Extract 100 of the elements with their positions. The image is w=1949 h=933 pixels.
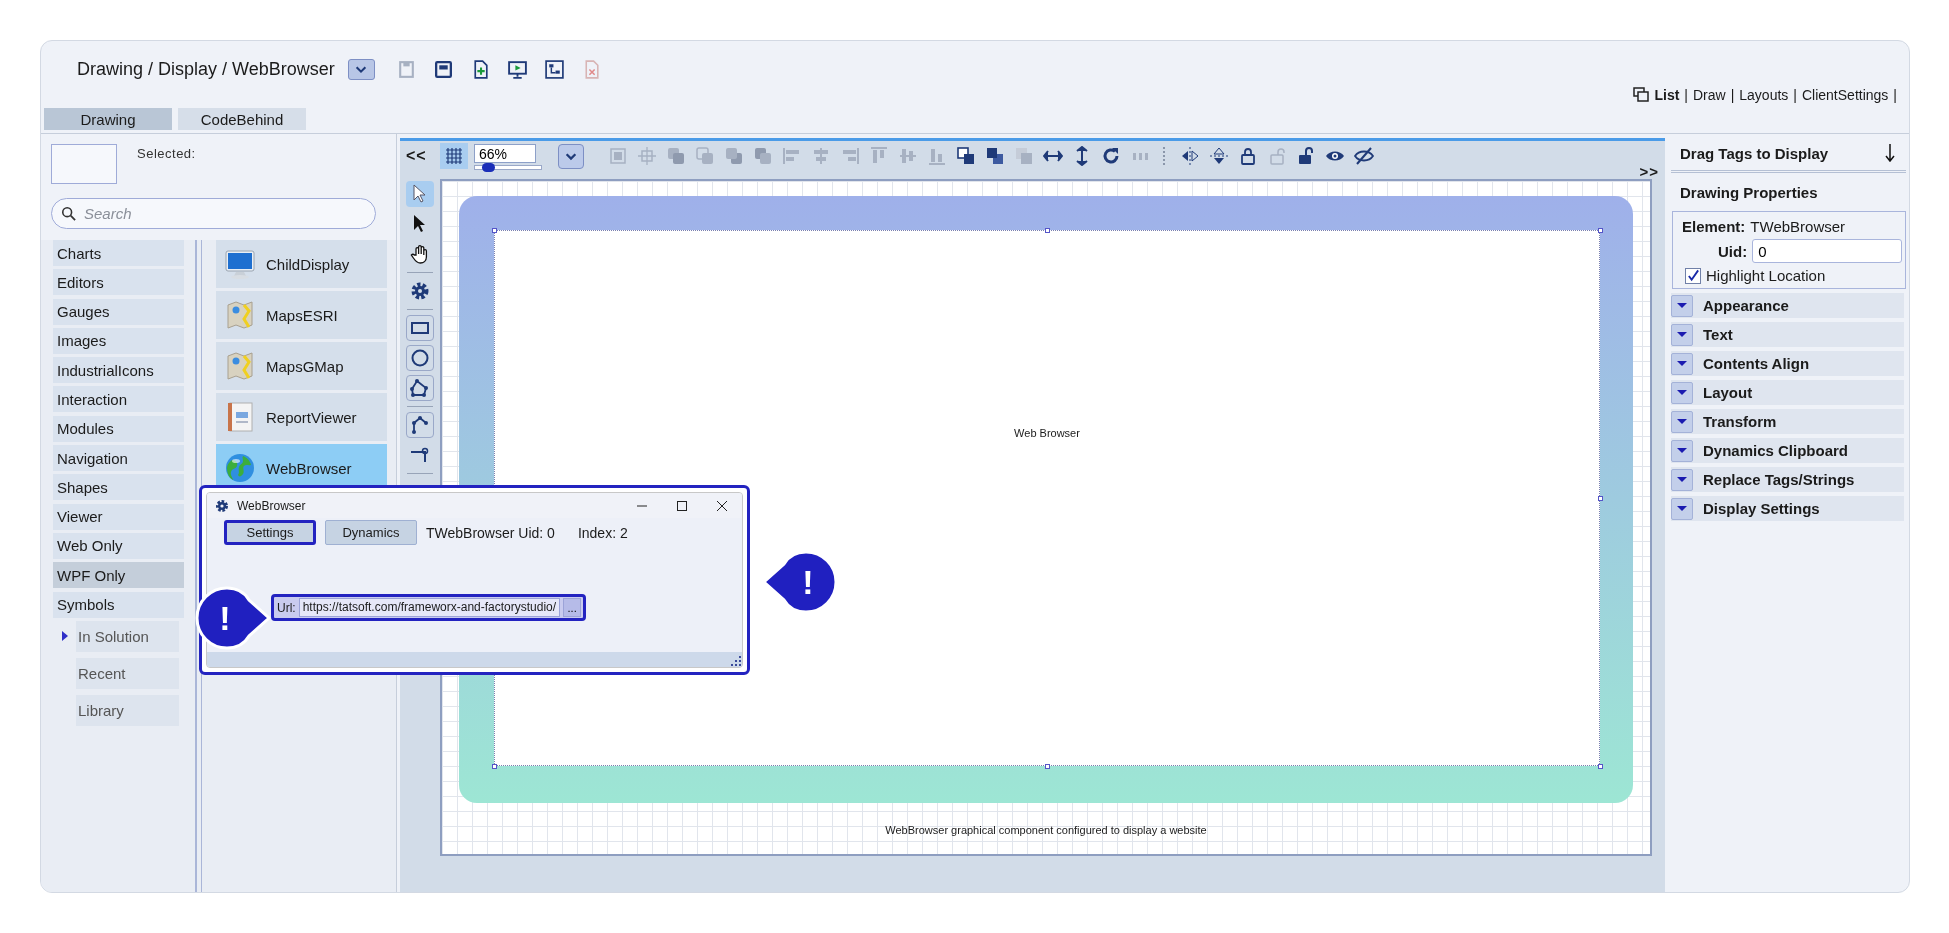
url-field[interactable]: https://tatsoft.com/frameworx-and-factorystudio/ xyxy=(298,598,561,617)
monitor-play-icon[interactable] xyxy=(506,58,528,80)
category-item[interactable]: Navigation xyxy=(53,445,184,472)
uid-field[interactable]: 0 xyxy=(1752,239,1903,263)
resize-handle[interactable] xyxy=(492,228,497,233)
grid-toggle[interactable] xyxy=(440,143,468,169)
resize-handle[interactable] xyxy=(1598,228,1603,233)
tab-button[interactable]: Dynamics xyxy=(325,520,417,545)
zoom-dropdown-button[interactable] xyxy=(558,143,584,169)
element-value: TWebBrowser xyxy=(1750,218,1846,235)
search-field[interactable]: Search xyxy=(51,198,376,229)
resize-handle[interactable] xyxy=(1045,764,1050,769)
windows-icon xyxy=(1633,87,1650,103)
callout-badge: ! xyxy=(193,586,271,650)
category-item[interactable]: WPF Only xyxy=(53,562,184,589)
category-item[interactable]: IndustrialIcons xyxy=(53,357,184,384)
monitor-icon xyxy=(224,248,256,280)
resize-handle[interactable] xyxy=(1598,496,1603,501)
section-header[interactable]: Contents Align xyxy=(1671,351,1904,376)
zoom-slider[interactable] xyxy=(474,165,542,170)
link-separator: | xyxy=(1684,87,1688,103)
section-header[interactable]: Display Settings xyxy=(1671,496,1904,521)
element-label: Web Browser xyxy=(1014,427,1080,439)
tab-button[interactable]: Settings xyxy=(224,520,316,545)
caret-down-icon xyxy=(1677,448,1687,453)
section-header[interactable]: Replace Tags/Strings xyxy=(1671,467,1904,492)
category-item[interactable]: Web Only xyxy=(53,532,184,559)
library-item[interactable]: In Solution xyxy=(76,620,179,652)
category-item[interactable]: Shapes xyxy=(53,474,184,501)
category-item[interactable]: Editors xyxy=(53,269,184,296)
section-header[interactable]: Dynamics Clipboard xyxy=(1671,438,1904,463)
window-title: WebBrowser xyxy=(237,498,306,513)
globe-icon xyxy=(224,452,256,484)
section-title: Drawing Properties xyxy=(1680,183,1818,201)
component-item[interactable]: MapsESRI xyxy=(216,291,387,339)
resize-grip-icon[interactable] xyxy=(730,655,742,667)
save-all-icon[interactable] xyxy=(432,58,454,80)
caret-right-icon[interactable] xyxy=(61,631,68,642)
slider-thumb[interactable] xyxy=(482,163,496,172)
library-item[interactable]: Recent xyxy=(76,657,179,689)
component-item[interactable]: MapsGMap xyxy=(216,342,387,390)
section-header[interactable]: Text xyxy=(1671,322,1904,347)
dropdown-button[interactable] xyxy=(347,58,375,80)
tool-button[interactable] xyxy=(405,315,434,341)
expand-button[interactable]: >> xyxy=(1639,165,1659,179)
zoom-field[interactable]: 66% xyxy=(474,144,536,163)
link-separator: | xyxy=(1730,87,1735,103)
resize-handle[interactable] xyxy=(1598,764,1603,769)
field-label: Uid: xyxy=(1718,242,1748,260)
resize-handle[interactable] xyxy=(1045,228,1050,233)
maximize-icon[interactable] xyxy=(676,499,688,512)
caret-down-icon xyxy=(1677,361,1687,366)
checkbox[interactable] xyxy=(1685,267,1701,284)
eye-crossed-icon[interactable] xyxy=(1354,146,1374,166)
search-icon xyxy=(61,206,76,221)
field-label: Url: xyxy=(277,600,296,615)
component-item[interactable]: ChildDisplay xyxy=(216,240,387,288)
map-icon xyxy=(224,299,256,331)
rotate-icon[interactable] xyxy=(1101,146,1121,166)
category-item[interactable]: Charts xyxy=(53,240,184,266)
tool-button[interactable] xyxy=(405,412,434,438)
view-link[interactable]: List xyxy=(1654,87,1680,103)
grid-icon xyxy=(444,146,464,166)
down-arrow-icon[interactable] xyxy=(1884,143,1896,163)
checkbox-label: Highlight Location xyxy=(1706,267,1826,284)
section-header[interactable]: Appearance xyxy=(1671,293,1904,318)
close-icon[interactable] xyxy=(716,499,728,512)
caret-down-icon xyxy=(1677,303,1687,308)
tool-button[interactable] xyxy=(405,345,434,371)
browse-button[interactable]: ... xyxy=(563,598,582,617)
send-backward-icon[interactable] xyxy=(985,146,1005,166)
bring-forward-icon[interactable] xyxy=(956,146,976,166)
unlock-icon[interactable] xyxy=(1296,146,1316,166)
view-link[interactable]: Draw xyxy=(1692,87,1726,103)
view-link[interactable]: Layouts xyxy=(1739,87,1789,103)
component-item[interactable]: ReportViewer xyxy=(216,393,387,441)
link-separator: | xyxy=(1793,87,1797,103)
lock-icon[interactable] xyxy=(1238,146,1258,166)
caret-down-icon xyxy=(1677,506,1687,511)
section-header[interactable]: Layout xyxy=(1671,380,1904,405)
section-header[interactable]: Transform xyxy=(1671,409,1904,434)
collapse-button[interactable]: << xyxy=(406,147,434,165)
category-item[interactable]: Interaction xyxy=(53,386,184,413)
category-item[interactable]: Gauges xyxy=(53,298,184,325)
polygon-icon xyxy=(408,377,431,399)
tab[interactable]: Drawing xyxy=(44,108,172,130)
category-item[interactable]: Modules xyxy=(53,415,184,442)
tool-button[interactable] xyxy=(405,375,434,401)
flip-vertical-icon[interactable] xyxy=(1209,146,1229,166)
caret-down-icon xyxy=(1677,332,1687,337)
category-item[interactable]: Viewer xyxy=(53,503,184,530)
flip-horizontal-icon[interactable] xyxy=(1180,146,1200,166)
library-item[interactable]: Library xyxy=(76,694,179,726)
preview-box xyxy=(51,144,117,184)
category-item[interactable]: Symbols xyxy=(53,591,184,618)
hierarchy-icon[interactable] xyxy=(543,58,565,80)
resize-handle[interactable] xyxy=(492,764,497,769)
view-link[interactable]: ClientSettings xyxy=(1801,87,1889,103)
tab[interactable]: CodeBehind xyxy=(178,108,306,130)
category-item[interactable]: Images xyxy=(53,327,184,354)
